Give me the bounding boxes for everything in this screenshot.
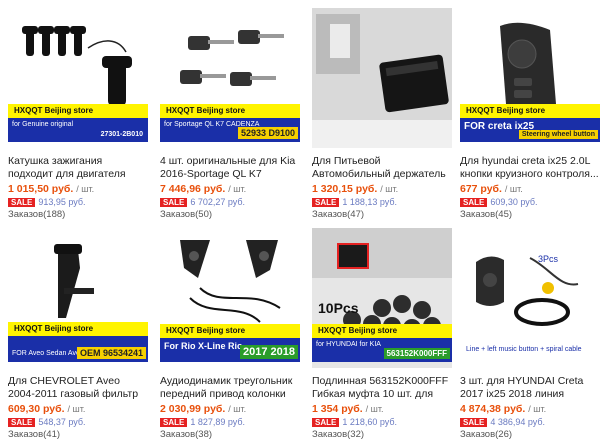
sale-badge: SALE: [8, 418, 36, 427]
orders-count: Заказов(188): [8, 209, 66, 220]
product-card[interactable]: HXQQT Beijing store FOR creta ix25 Steer…: [460, 8, 600, 220]
product-card[interactable]: HXQQT Beijing store FOR Aveo Sedan Aveo …: [8, 228, 148, 440]
store-banner: HXQQT Beijing store for Sportage QL K7 C…: [160, 104, 300, 142]
store-name: HXQQT Beijing store: [312, 324, 452, 338]
old-price: 609,30 руб.: [490, 197, 538, 207]
old-price-row: SALE 609,30 руб.: [460, 197, 600, 207]
product-image[interactable]: HXQQT Beijing store FOR creta ix25 Steer…: [460, 8, 600, 148]
orders-count: Заказов(26): [460, 429, 513, 440]
product-price: 1 354 руб. / шт.: [312, 403, 384, 415]
old-price-row: SALE 548,37 руб.: [8, 417, 148, 427]
cup-holder-image: [312, 8, 452, 148]
product-card[interactable]: Для Питьевой Автомобильный держатель чаш…: [312, 8, 452, 220]
product-price: 609,30 руб. / шт.: [8, 403, 86, 415]
old-price: 548,37 руб.: [38, 417, 86, 427]
store-banner: HXQQT Beijing store FOR Aveo Sedan Aveo …: [8, 322, 148, 362]
product-price: 1 320,15 руб. / шт.: [312, 183, 399, 195]
old-price-row: SALE 6 702,27 руб.: [160, 197, 300, 207]
old-price: 4 386,94 руб.: [490, 417, 546, 427]
orders-count: Заказов(45): [460, 209, 513, 220]
sale-badge: SALE: [460, 418, 488, 427]
product-image[interactable]: 3Pcs Line + left music button + spiral c…: [460, 228, 600, 368]
pack-label: 3Pcs: [538, 254, 559, 264]
product-title[interactable]: 3 шт. для HYUNDAI Creta 2017 ix25 2018 л…: [460, 375, 600, 401]
product-card[interactable]: 10Pcs HXQQT Beijing store for HYUNDAI fo…: [312, 228, 452, 440]
old-price: 1 218,60 руб.: [342, 417, 398, 427]
store-banner: HXQQT Beijing store for HYUNDAI for KIA …: [312, 324, 452, 362]
banner-text: for Genuine original: [12, 121, 74, 128]
orders-count: Заказов(41): [8, 429, 61, 440]
product-card[interactable]: HXQQT Beijing store for Sportage QL K7 C…: [160, 8, 300, 220]
image-caption: Line + left music button + spiral cable: [466, 346, 582, 353]
old-price: 1 188,13 руб.: [342, 197, 398, 207]
product-title[interactable]: Для Питьевой Автомобильный держатель чаш…: [312, 155, 452, 181]
store-banner: HXQQT Beijing store FOR creta ix25 Steer…: [460, 104, 600, 142]
banner-code: OEM 96534241: [76, 347, 146, 359]
product-title[interactable]: Катушка зажигания подходит для двигателя…: [8, 155, 148, 181]
old-price-row: SALE 1 827,89 руб.: [160, 417, 300, 427]
product-image[interactable]: HXQQT Beijing store For Rio X-Line Rio 2…: [160, 228, 300, 368]
sale-badge: SALE: [160, 418, 188, 427]
orders-count: Заказов(47): [312, 209, 365, 220]
old-price-row: SALE 913,95 руб.: [8, 197, 148, 207]
product-image[interactable]: HXQQT Beijing store for Sportage QL K7 C…: [160, 8, 300, 148]
product-title[interactable]: Для hyundai creta ix25 2.0L кнопки круиз…: [460, 155, 600, 181]
sale-badge: SALE: [8, 198, 36, 207]
pack-label: 10Pcs: [318, 300, 359, 316]
product-title[interactable]: Аудиодинамик треугольник передний привод…: [160, 375, 300, 401]
old-price: 913,95 руб.: [38, 197, 86, 207]
old-price-row: SALE 1 188,13 руб.: [312, 197, 452, 207]
product-image[interactable]: HXQQT Beijing store for Genuine original…: [8, 8, 148, 148]
sale-badge: SALE: [312, 198, 340, 207]
sale-badge: SALE: [160, 198, 188, 207]
banner-code: 27301-2B010: [100, 131, 143, 138]
old-price: 6 702,27 руб.: [190, 197, 246, 207]
banner-code: 563152K000FFF: [383, 348, 450, 359]
orders-count: Заказов(38): [160, 429, 213, 440]
banner-code: 52933 D9100: [237, 127, 298, 139]
sale-badge: SALE: [460, 198, 488, 207]
store-banner: HXQQT Beijing store for Genuine original…: [8, 104, 148, 142]
product-title[interactable]: Для CHEVROLET Aveo 2004-2011 газовый фил…: [8, 375, 148, 401]
orders-count: Заказов(32): [312, 429, 365, 440]
product-image[interactable]: [312, 8, 452, 148]
product-price: 2 030,99 руб. / шт.: [160, 403, 247, 415]
store-name: HXQQT Beijing store: [160, 104, 300, 118]
banner-code: 2017 2018: [240, 345, 298, 359]
sale-badge: SALE: [312, 418, 340, 427]
product-title[interactable]: 4 шт. оригинальные для Kia 2016-Sportage…: [160, 155, 300, 181]
product-card[interactable]: 3Pcs Line + left music button + spiral c…: [460, 228, 600, 440]
banner-code: Steering wheel button: [518, 130, 598, 139]
banner-text: for HYUNDAI for KIA: [316, 341, 381, 348]
store-name: HXQQT Beijing store: [8, 322, 148, 336]
product-image[interactable]: HXQQT Beijing store FOR Aveo Sedan Aveo …: [8, 228, 148, 368]
product-price: 677 руб. / шт.: [460, 183, 523, 195]
orders-count: Заказов(50): [160, 209, 213, 220]
product-price: 7 446,96 руб. / шт.: [160, 183, 247, 195]
old-price: 1 827,89 руб.: [190, 417, 246, 427]
product-title[interactable]: Подлинная 563152K000FFF Гибкая муфта 10 …: [312, 375, 452, 401]
store-name: HXQQT Beijing store: [8, 104, 148, 118]
old-price-row: SALE 1 218,60 руб.: [312, 417, 452, 427]
old-price-row: SALE 4 386,94 руб.: [460, 417, 600, 427]
store-banner: HXQQT Beijing store For Rio X-Line Rio 2…: [160, 324, 300, 362]
product-card[interactable]: HXQQT Beijing store for Genuine original…: [8, 8, 148, 220]
product-image[interactable]: 10Pcs HXQQT Beijing store for HYUNDAI fo…: [312, 228, 452, 368]
product-card[interactable]: HXQQT Beijing store For Rio X-Line Rio 2…: [160, 228, 300, 440]
product-price: 4 874,38 руб. / шт.: [460, 403, 547, 415]
store-name: HXQQT Beijing store: [160, 324, 300, 338]
product-price: 1 015,50 руб. / шт.: [8, 183, 95, 195]
store-name: HXQQT Beijing store: [460, 104, 600, 118]
